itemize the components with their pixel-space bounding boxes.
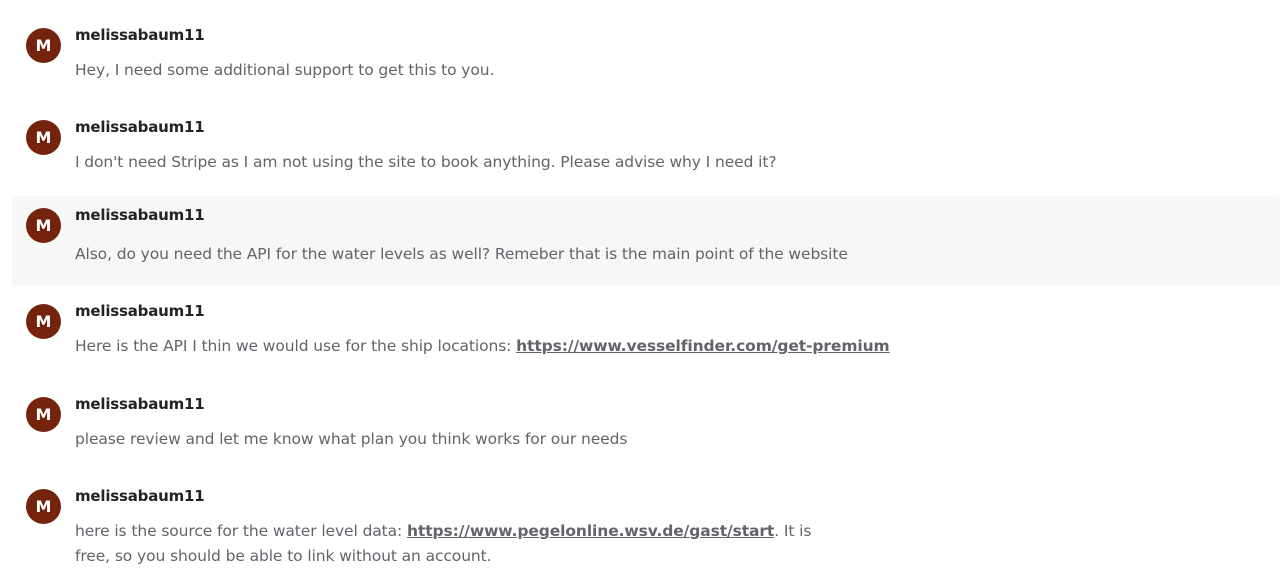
username[interactable]: melissabaum11 — [75, 206, 205, 224]
avatar[interactable]: M — [26, 120, 61, 155]
pegelonline-link[interactable]: https://www.pegelonline.wsv.de/gast/star… — [407, 522, 774, 540]
username[interactable]: melissabaum11 — [75, 302, 205, 320]
username[interactable]: melissabaum11 — [75, 26, 205, 44]
chat-message: M melissabaum11 I don't need Stripe as I… — [12, 112, 1280, 182]
message-text: Here is the API I thin we would use for … — [75, 334, 1075, 359]
avatar[interactable]: M — [26, 28, 61, 63]
avatar[interactable]: M — [26, 397, 61, 432]
chat-message-hovered: M melissabaum11 Also, do you need the AP… — [12, 196, 1280, 286]
message-text: here is the source for the water level d… — [75, 519, 845, 569]
chat-message-list: M melissabaum11 Hey, I need some additio… — [0, 0, 1280, 587]
chat-message: M melissabaum11 please review and let me… — [12, 389, 1280, 459]
chat-message: M melissabaum11 Here is the API I thin w… — [12, 296, 1280, 366]
avatar[interactable]: M — [26, 304, 61, 339]
message-text: Also, do you need the API for the water … — [75, 245, 848, 263]
vesselfinder-link[interactable]: https://www.vesselfinder.com/get-premium — [516, 337, 890, 355]
message-text: please review and let me know what plan … — [75, 430, 628, 448]
message-text-part: Here is the API I thin we would use for … — [75, 337, 517, 355]
message-text: Hey, I need some additional support to g… — [75, 61, 495, 79]
message-text: I don't need Stripe as I am not using th… — [75, 153, 777, 171]
avatar[interactable]: M — [26, 208, 61, 243]
chat-message: M melissabaum11 Hey, I need some additio… — [12, 20, 1280, 90]
username[interactable]: melissabaum11 — [75, 395, 205, 413]
chat-message: M melissabaum11 here is the source for t… — [12, 481, 1280, 581]
message-text-part: here is the source for the water level d… — [75, 522, 407, 540]
username[interactable]: melissabaum11 — [75, 487, 205, 505]
avatar[interactable]: M — [26, 489, 61, 524]
username[interactable]: melissabaum11 — [75, 118, 205, 136]
